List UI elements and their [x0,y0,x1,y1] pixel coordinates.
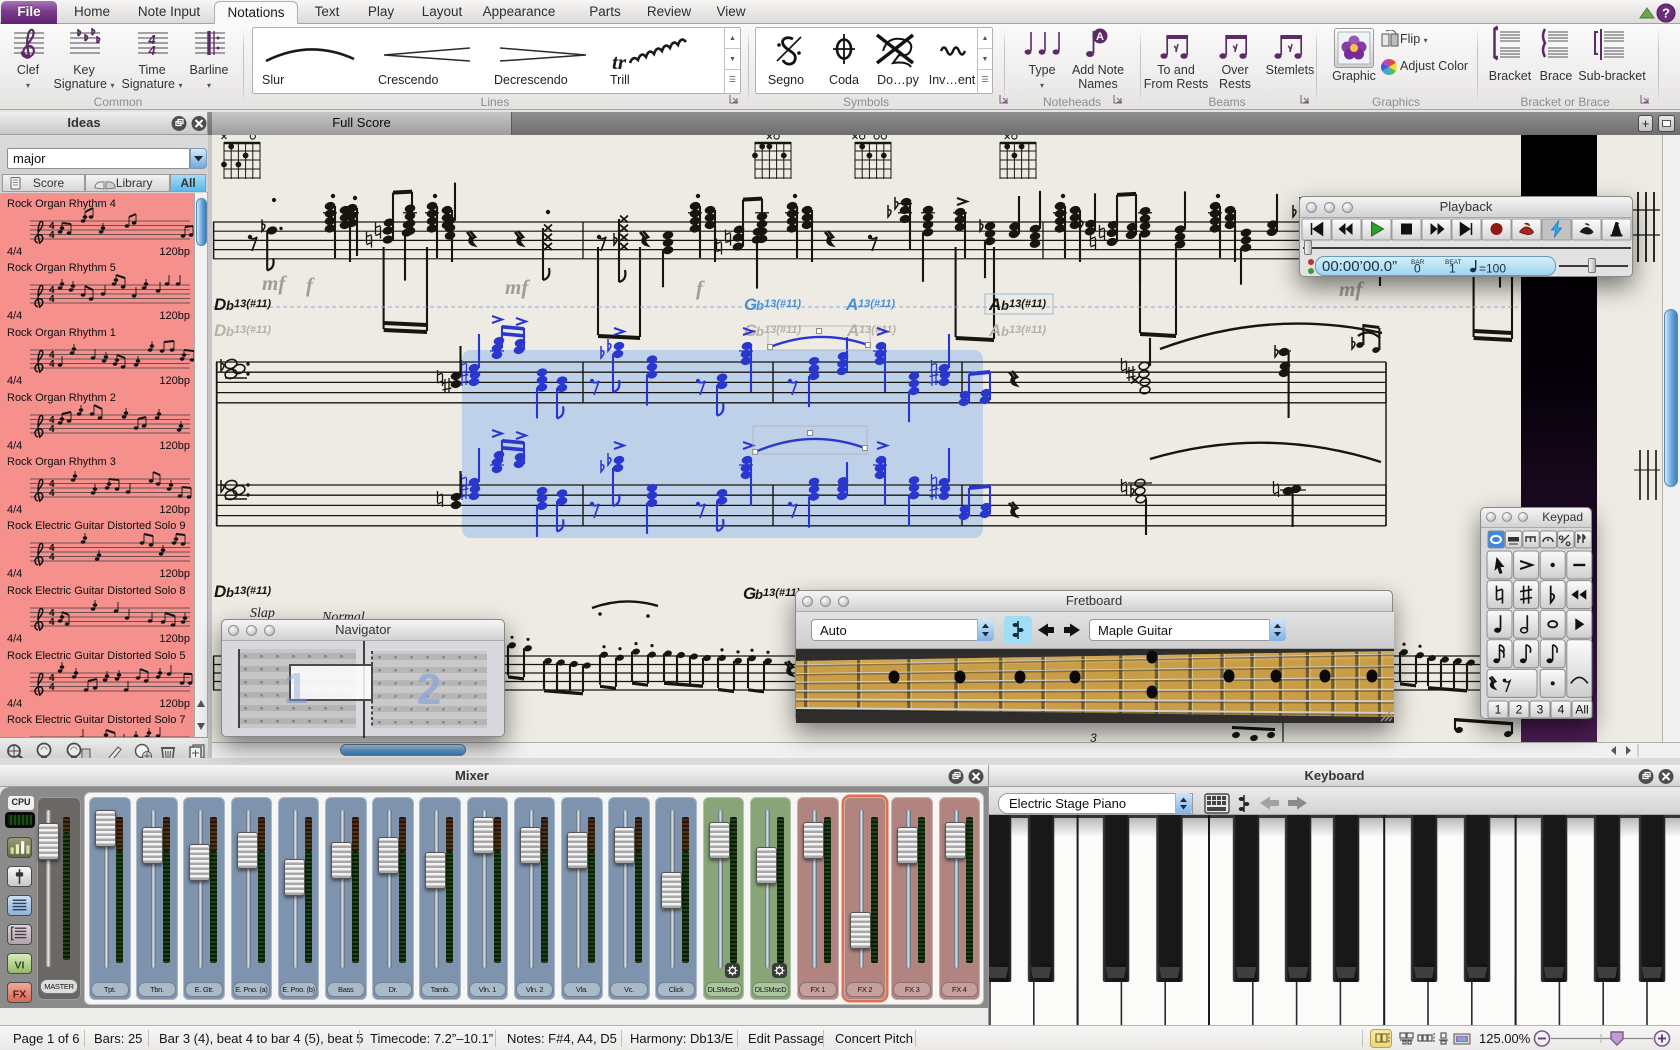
svg-text:13(#11): 13(#11) [234,324,271,336]
svg-text:f: f [306,273,315,297]
svg-text:4: 4 [49,230,55,241]
svg-text:D: D [214,295,226,314]
svg-text:13(#11): 13(#11) [234,298,271,310]
svg-text:13(#11): 13(#11) [858,298,895,310]
svg-text:4: 4 [49,617,55,628]
svg-text:f: f [696,276,705,300]
svg-text:13(#11): 13(#11) [1009,324,1046,336]
svg-text:13(#11): 13(#11) [234,585,271,597]
svg-text:b: b [755,587,763,602]
svg-text:2: 2 [1516,703,1523,717]
svg-text:?: ? [1662,6,1670,21]
svg-text:4: 4 [49,359,55,370]
svg-text:13(#11): 13(#11) [764,298,801,310]
svg-text:3: 3 [1537,703,1544,717]
svg-text:A: A [845,295,858,314]
svg-text:4: 4 [49,424,55,435]
svg-text:FX: FX [13,989,26,1001]
svg-text:4: 4 [1558,703,1565,717]
svg-text:VI: VI [15,960,25,972]
svg-text:b: b [226,298,234,313]
svg-text:4: 4 [49,488,55,499]
svg-text:b: b [756,324,764,339]
svg-text:13(#11): 13(#11) [1009,298,1046,310]
svg-text:=100: =100 [1479,262,1506,276]
svg-text:4: 4 [49,682,55,693]
svg-text:3: 3 [1090,731,1097,742]
svg-text:b: b [756,298,764,313]
svg-text:mf: mf [505,275,530,299]
svg-text:All: All [1575,703,1588,717]
svg-text:2: 2 [417,665,441,714]
svg-text:mf: mf [1339,277,1364,301]
svg-text:0: 0 [1414,262,1421,276]
svg-text:D: D [214,582,226,601]
svg-text:1: 1 [1495,703,1502,717]
svg-text:b: b [1001,298,1009,313]
svg-text:00:00’00.0”: 00:00’00.0” [1322,258,1397,275]
svg-text:1: 1 [284,664,308,713]
svg-text:D: D [214,321,226,340]
svg-text:4: 4 [49,552,55,563]
svg-text:A: A [988,295,1001,314]
svg-text:mf: mf [262,271,287,295]
svg-text:4: 4 [49,294,55,305]
svg-text:b: b [226,324,234,339]
svg-text:A: A [988,321,1001,340]
svg-text:1: 1 [1449,262,1456,276]
svg-text:b: b [226,585,234,600]
svg-text:b: b [1001,324,1009,339]
